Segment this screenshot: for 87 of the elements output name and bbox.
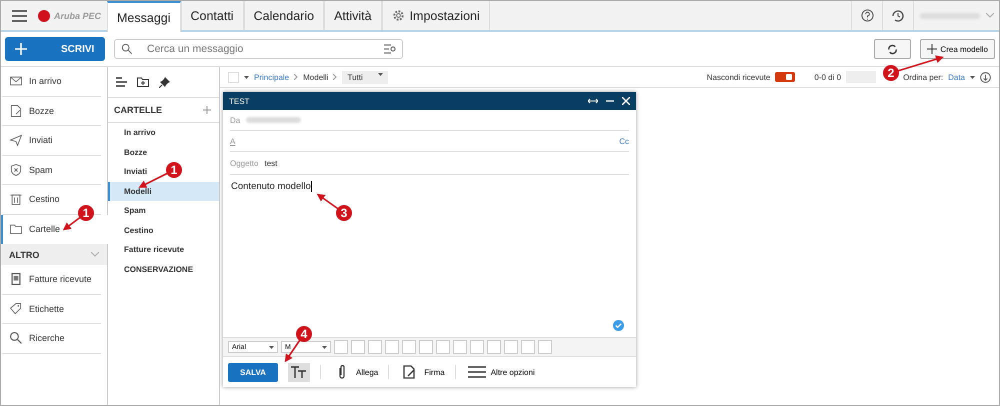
folder-item[interactable]: Spam: [124, 206, 146, 216]
compose-button[interactable]: SCRIVI: [5, 37, 105, 61]
menu-icon[interactable]: [12, 10, 26, 22]
settings-icon: [392, 9, 405, 22]
nav-item[interactable]: Bozze: [1, 96, 101, 126]
list-icon[interactable]: [116, 77, 127, 87]
logo-icon: [37, 8, 51, 22]
action-button[interactable]: Allega: [320, 365, 378, 379]
message-body[interactable]: Contenuto modello: [231, 181, 312, 192]
action-button[interactable]: Altre opzioni: [454, 365, 535, 379]
spam-icon: [9, 162, 23, 177]
nav-tab[interactable]: Contatti: [180, 1, 244, 30]
blurred-sender: [246, 117, 302, 123]
create-template-button[interactable]: Crea modello: [920, 39, 995, 59]
filter-dropdown[interactable]: Tutti: [342, 70, 388, 84]
folder-item[interactable]: Fatture ricevute: [124, 245, 184, 254]
nav-item[interactable]: In arrivo: [1, 67, 101, 96]
caret-icon[interactable]: [378, 72, 384, 76]
plus-icon: [927, 44, 938, 54]
nav-item[interactable]: Fatture ricevute: [1, 265, 101, 294]
sort-label: Ordina per:: [903, 72, 944, 82]
inbox-icon: [9, 74, 23, 88]
dialog-title: TEST: [229, 96, 250, 106]
expand-icon[interactable]: [588, 98, 598, 104]
nav-item[interactable]: Inviati: [1, 126, 101, 156]
caret-icon[interactable]: [970, 76, 975, 78]
search-icon: [121, 43, 133, 55]
action-button[interactable]: Firma: [388, 365, 445, 379]
nav-tab[interactable]: Impostazioni: [382, 1, 490, 30]
nav-tab[interactable]: Messaggi: [107, 1, 180, 32]
nav-item[interactable]: Etichette: [1, 294, 101, 324]
draft-icon: [9, 104, 23, 118]
folder-add-icon[interactable]: [137, 77, 149, 87]
folder-item[interactable]: Cestino: [124, 226, 154, 235]
search-icon: [9, 331, 23, 346]
toggle-label: Nascondi ricevute: [706, 72, 770, 82]
nav-tab[interactable]: Calendario: [244, 1, 324, 30]
nav-item[interactable]: Spam: [1, 156, 101, 185]
chevron-down-icon[interactable]: [986, 13, 994, 18]
check-icon: [613, 320, 624, 331]
trash-icon: [9, 192, 23, 206]
page-count: 0-0 di 0: [814, 72, 842, 82]
add-icon[interactable]: [203, 106, 211, 114]
nav-tab[interactable]: Attività: [324, 1, 382, 30]
nav-item[interactable]: Ricerche: [1, 324, 101, 354]
menu-icon: [468, 365, 486, 379]
refresh-icon: [887, 44, 898, 54]
chevron-down-icon: [91, 252, 99, 257]
folder-item[interactable]: Inviati: [124, 167, 148, 176]
caret-icon[interactable]: [244, 76, 249, 78]
close-icon[interactable]: [622, 97, 630, 105]
tag-icon: [9, 302, 23, 316]
filter-icon[interactable]: [384, 44, 396, 54]
history-icon[interactable]: [891, 8, 905, 22]
pin-icon[interactable]: [159, 76, 170, 88]
sort-direction-icon[interactable]: [980, 72, 991, 82]
refresh-button[interactable]: [874, 39, 912, 59]
field-label: Da: [230, 116, 240, 124]
folder-icon: [9, 222, 23, 236]
text-size-icon[interactable]: [291, 366, 307, 378]
toggle-switch[interactable]: [775, 72, 796, 82]
folder-item[interactable]: In arrivo: [124, 128, 156, 138]
logo-text: Aruba PEC: [54, 10, 102, 20]
sent-icon: [9, 133, 23, 148]
save-button[interactable]: SALVA: [228, 362, 278, 382]
breadcrumb-item[interactable]: Principale: [254, 72, 290, 82]
search-input[interactable]: Cerca un messaggio: [145, 42, 372, 56]
invoice-icon: [9, 272, 23, 286]
help-icon[interactable]: [860, 9, 874, 22]
field-label: Oggetto: [230, 158, 258, 168]
subject-value[interactable]: test: [264, 158, 278, 168]
minimize-icon[interactable]: [606, 100, 614, 102]
chevron-right-icon: [294, 74, 298, 80]
checkbox[interactable]: [228, 72, 239, 82]
sort-dropdown[interactable]: Data: [948, 72, 965, 82]
plus-icon: [15, 43, 27, 55]
folder-item[interactable]: CONSERVAZIONE: [124, 264, 194, 274]
chevron-right-icon: [333, 74, 338, 80]
caret-icon[interactable]: [322, 346, 327, 348]
caret-icon[interactable]: [269, 346, 274, 348]
section-header[interactable]: ALTRO: [1, 244, 107, 265]
section-title: CARTELLE: [114, 105, 162, 115]
folder-item[interactable]: Bozze: [124, 148, 148, 157]
breadcrumb-item[interactable]: Modelli: [303, 72, 328, 82]
cc-link[interactable]: Cc: [619, 136, 629, 146]
folder-item[interactable]: Modelli: [124, 186, 152, 196]
search-field[interactable]: Cerca un messaggio: [114, 39, 403, 59]
